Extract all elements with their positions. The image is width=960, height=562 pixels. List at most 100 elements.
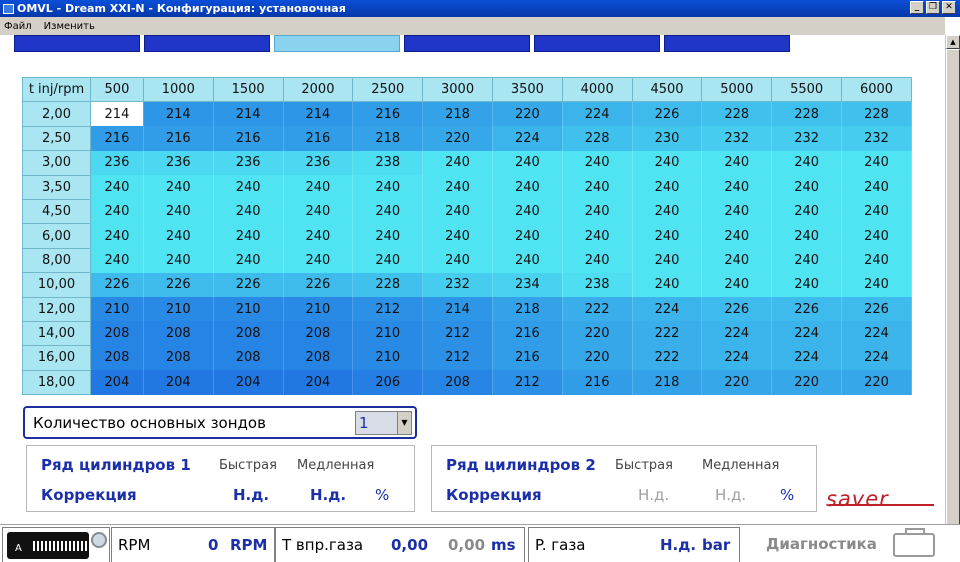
map-cell[interactable]: 240: [701, 175, 773, 200]
map-cell[interactable]: 220: [562, 345, 633, 371]
map-cell[interactable]: 224: [771, 321, 843, 346]
map-cell[interactable]: 240: [492, 248, 563, 273]
map-cell[interactable]: 240: [90, 199, 144, 224]
map-cell[interactable]: 240: [701, 248, 773, 273]
map-cell[interactable]: 240: [352, 248, 424, 273]
map-cell[interactable]: 210: [352, 345, 424, 371]
map-cell[interactable]: 240: [143, 199, 214, 224]
tab-3[interactable]: [274, 35, 400, 52]
map-cell[interactable]: 214: [213, 101, 284, 127]
map-cell[interactable]: 208: [283, 345, 354, 371]
map-cell[interactable]: 216: [492, 321, 563, 346]
map-cell[interactable]: 240: [701, 150, 773, 176]
map-cell[interactable]: 226: [213, 272, 284, 298]
map-cell[interactable]: 220: [422, 126, 493, 151]
map-cell[interactable]: 212: [422, 321, 493, 346]
map-cell[interactable]: 240: [562, 199, 633, 224]
map-cell[interactable]: 240: [283, 248, 354, 273]
map-cell[interactable]: 232: [841, 126, 912, 151]
map-cell[interactable]: 240: [143, 248, 214, 273]
map-cell[interactable]: 226: [701, 297, 773, 322]
map-cell[interactable]: 240: [841, 248, 912, 273]
map-cell[interactable]: 220: [562, 321, 633, 346]
restore-button[interactable]: ❐: [926, 1, 940, 14]
map-cell[interactable]: 240: [422, 150, 493, 176]
map-cell[interactable]: 228: [562, 126, 633, 151]
map-cell[interactable]: 210: [90, 297, 144, 322]
map-cell[interactable]: 226: [771, 297, 843, 322]
map-cell[interactable]: 222: [632, 345, 703, 371]
map-cell[interactable]: 222: [562, 297, 633, 322]
menu-file[interactable]: Файл: [4, 21, 32, 32]
map-cell[interactable]: 208: [213, 345, 284, 371]
map-cell[interactable]: 240: [492, 223, 563, 249]
scroll-up-icon[interactable]: ▲: [946, 35, 960, 49]
map-cell[interactable]: 240: [143, 175, 214, 200]
map-cell[interactable]: 226: [90, 272, 144, 298]
map-cell[interactable]: 204: [90, 370, 144, 395]
chevron-down-icon[interactable]: ▼: [397, 412, 411, 434]
map-cell[interactable]: 240: [283, 199, 354, 224]
map-cell[interactable]: 240: [352, 199, 424, 224]
map-cell[interactable]: 240: [283, 175, 354, 200]
map-cell[interactable]: 240: [771, 199, 843, 224]
map-cell[interactable]: 228: [841, 101, 912, 127]
map-cell[interactable]: 240: [701, 223, 773, 249]
map-cell[interactable]: 210: [213, 297, 284, 322]
map-cell[interactable]: 240: [841, 199, 912, 224]
map-cell[interactable]: 240: [213, 199, 284, 224]
map-cell[interactable]: 240: [632, 150, 703, 176]
map-cell[interactable]: 228: [352, 272, 424, 298]
map-cell[interactable]: 240: [562, 248, 633, 273]
map-cell[interactable]: 208: [143, 345, 214, 371]
map-cell[interactable]: 240: [841, 223, 912, 249]
map-cell[interactable]: 214: [422, 297, 493, 322]
map-cell[interactable]: 240: [422, 175, 493, 200]
map-cell[interactable]: 240: [213, 223, 284, 249]
map-cell[interactable]: 222: [632, 321, 703, 346]
tab-2[interactable]: [144, 35, 270, 52]
map-cell[interactable]: 240: [771, 272, 843, 298]
map-cell[interactable]: 214: [143, 101, 214, 127]
minimize-button[interactable]: _: [910, 1, 924, 14]
map-cell[interactable]: 208: [213, 321, 284, 346]
map-cell[interactable]: 240: [422, 223, 493, 249]
menu-edit[interactable]: Изменить: [44, 21, 95, 32]
map-cell[interactable]: 240: [422, 248, 493, 273]
map-cell[interactable]: 236: [213, 150, 284, 176]
map-cell[interactable]: 216: [213, 126, 284, 151]
map-cell[interactable]: 240: [283, 223, 354, 249]
tab-4[interactable]: [404, 35, 530, 52]
map-cell[interactable]: 220: [771, 370, 843, 395]
map-cell[interactable]: 208: [143, 321, 214, 346]
map-cell[interactable]: 220: [841, 370, 912, 395]
map-cell[interactable]: 224: [841, 321, 912, 346]
map-cell[interactable]: 240: [352, 175, 424, 200]
map-cell[interactable]: 240: [492, 150, 563, 176]
map-cell[interactable]: 236: [143, 150, 214, 176]
map-cell[interactable]: 212: [492, 370, 563, 395]
map-cell[interactable]: 210: [283, 297, 354, 322]
map-cell[interactable]: 226: [283, 272, 354, 298]
map-cell[interactable]: 216: [492, 345, 563, 371]
vertical-scrollbar[interactable]: ▲: [945, 35, 960, 529]
map-cell[interactable]: 240: [90, 223, 144, 249]
close-button[interactable]: ✕: [942, 1, 956, 14]
map-cell[interactable]: 236: [90, 150, 144, 176]
map-cell[interactable]: 226: [841, 297, 912, 322]
scroll-thumb[interactable]: [946, 49, 960, 529]
probes-count-value[interactable]: 1: [356, 412, 397, 434]
map-cell[interactable]: 240: [492, 175, 563, 200]
map-cell[interactable]: 240: [701, 199, 773, 224]
map-cell[interactable]: 238: [352, 150, 424, 176]
map-cell[interactable]: 224: [562, 101, 633, 127]
map-cell[interactable]: 240: [632, 175, 703, 200]
map-cell[interactable]: 224: [701, 321, 773, 346]
map-cell[interactable]: 224: [701, 345, 773, 371]
map-cell[interactable]: 218: [492, 297, 563, 322]
map-cell[interactable]: 240: [632, 248, 703, 273]
map-cell[interactable]: 240: [90, 248, 144, 273]
map-cell[interactable]: 218: [632, 370, 703, 395]
map-cell[interactable]: 228: [701, 101, 773, 127]
map-cell[interactable]: 240: [701, 272, 773, 298]
